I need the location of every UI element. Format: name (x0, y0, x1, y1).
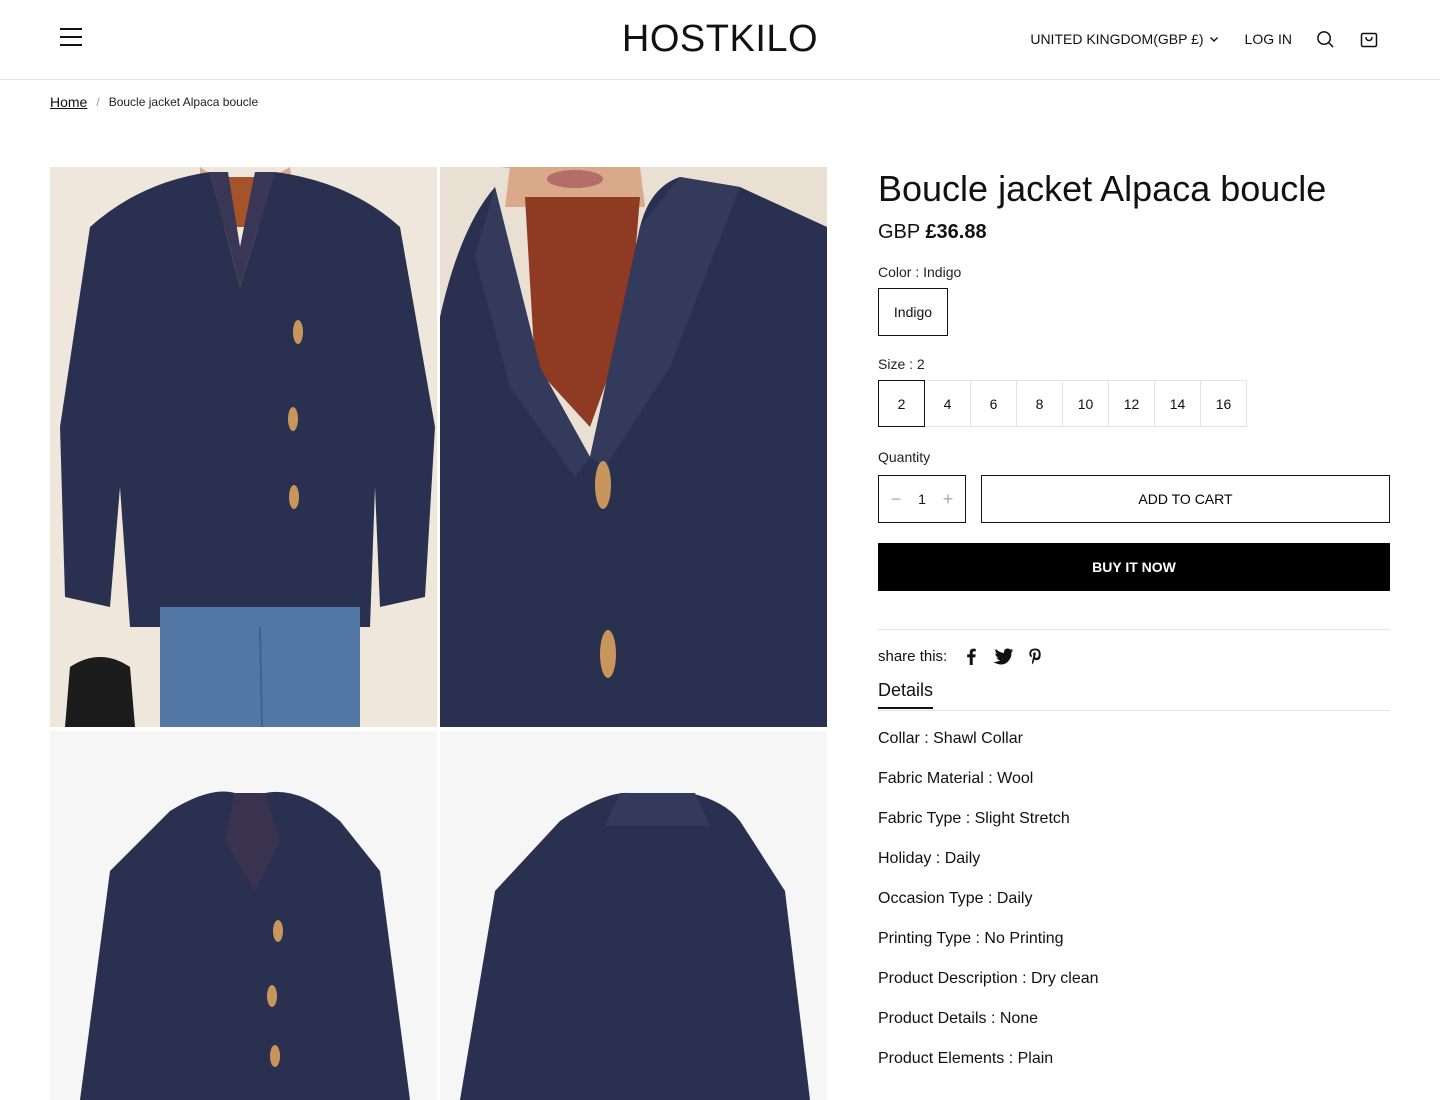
size-option-14[interactable]: 14 (1154, 380, 1201, 427)
quantity-label: Quantity (878, 449, 931, 465)
detail-occasion-type: Occasion Type : Daily (878, 890, 1033, 907)
pinterest-icon[interactable] (1025, 646, 1045, 666)
size-option-10[interactable]: 10 (1062, 380, 1109, 427)
share-label: share this: (878, 647, 948, 665)
cart-icon[interactable] (1358, 28, 1380, 50)
detail-fabric-type: Fabric Type : Slight Stretch (878, 810, 1070, 827)
detail-fabric-material: Fabric Material : Wool (878, 770, 1034, 787)
breadcrumb: Home / Boucle jacket Alpaca boucle (50, 94, 258, 110)
detail-product-elements: Product Elements : Plain (878, 1050, 1054, 1067)
menu-icon[interactable] (60, 28, 84, 50)
size-label: Size : 2 (878, 356, 925, 372)
currency-selector[interactable]: UNITED KINGDOM(GBP £) (1030, 31, 1218, 47)
size-option-16[interactable]: 16 (1200, 380, 1247, 427)
facebook-icon[interactable] (961, 646, 981, 666)
size-option-4[interactable]: 4 (924, 380, 971, 427)
quantity-stepper: − 1 + (878, 475, 966, 523)
chevron-down-icon (1209, 37, 1218, 42)
product-title: Boucle jacket Alpaca boucle (878, 168, 1327, 209)
detail-product-details: Product Details : None (878, 1010, 1039, 1027)
header-actions: UNITED KINGDOM(GBP £) LOG IN (1030, 24, 1380, 54)
purchase-row: − 1 + ADD TO CART (878, 475, 1390, 523)
breadcrumb-current: Boucle jacket Alpaca boucle (108, 95, 259, 109)
divider (878, 629, 1390, 630)
price-currency: GBP (878, 221, 920, 243)
login-link[interactable]: LOG IN (1245, 31, 1292, 47)
product-gallery (50, 167, 827, 1100)
share-bar: share this: (878, 646, 1390, 666)
size-options: 2 4 6 8 10 12 14 16 (878, 380, 1390, 427)
product-image-closeup[interactable] (440, 167, 827, 727)
breadcrumb-separator: / (96, 95, 100, 109)
site-logo[interactable]: HOSTKILO (622, 18, 818, 60)
quantity-decrease-button[interactable]: − (887, 489, 905, 510)
search-icon[interactable] (1314, 28, 1336, 50)
breadcrumb-home[interactable]: Home (50, 94, 87, 110)
detail-printing-type: Printing Type : No Printing (878, 930, 1064, 947)
tab-details[interactable]: Details (878, 680, 934, 709)
site-header: HOSTKILO UNITED KINGDOM(GBP £) LOG IN (0, 0, 1440, 80)
product-image-front-model[interactable] (50, 167, 437, 727)
color-option-indigo[interactable]: Indigo (878, 288, 948, 336)
size-option-8[interactable]: 8 (1016, 380, 1063, 427)
currency-label: UNITED KINGDOM(GBP £) (1030, 31, 1204, 47)
size-option-12[interactable]: 12 (1108, 380, 1155, 427)
add-to-cart-button[interactable]: ADD TO CART (981, 475, 1390, 523)
detail-product-description: Product Description : Dry clean (878, 970, 1099, 987)
quantity-increase-button[interactable]: + (939, 489, 957, 510)
product-image-flat-front[interactable] (50, 731, 437, 1100)
buy-now-button[interactable]: BUY IT NOW (878, 543, 1390, 591)
detail-collar: Collar : Shawl Collar (878, 730, 1023, 747)
quantity-input[interactable]: 1 (918, 491, 926, 507)
size-option-6[interactable]: 6 (970, 380, 1017, 427)
detail-holiday: Holiday : Daily (878, 850, 981, 867)
product-image-flat-back[interactable] (440, 731, 827, 1100)
product-details-list: Collar : Shawl Collar Fabric Material : … (878, 729, 1390, 1069)
product-price: GBP £36.88 (878, 221, 1390, 244)
color-label: Color : Indigo (878, 264, 962, 280)
size-option-2[interactable]: 2 (878, 380, 925, 427)
price-amount: £36.88 (925, 221, 987, 243)
twitter-icon[interactable] (993, 646, 1014, 666)
product-tabs: Details (878, 680, 1390, 711)
product-info: Boucle jacket Alpaca boucle GBP £36.88 C… (878, 167, 1390, 1089)
